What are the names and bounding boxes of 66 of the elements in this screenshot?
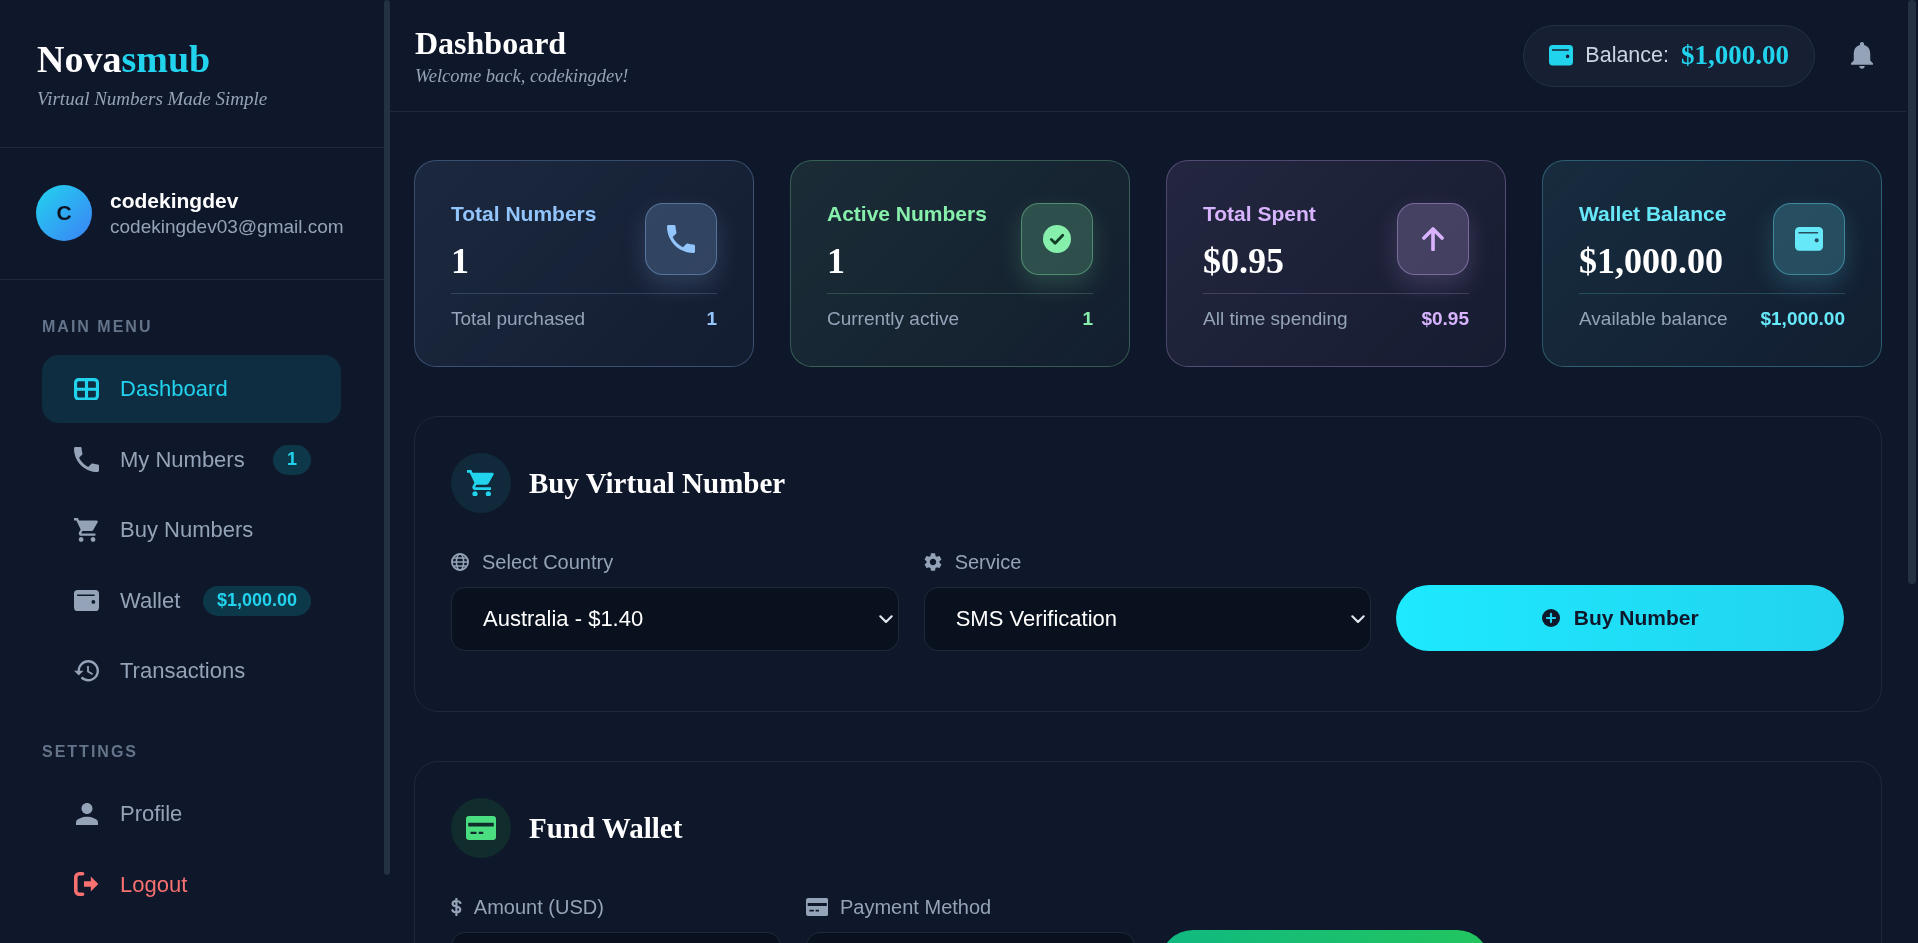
stat-caption-value: 1 [1082,307,1093,330]
cart-icon [74,518,99,542]
panel-title: Buy Virtual Number [529,465,786,501]
stat-caption: Currently active [827,307,959,330]
chevron-down-icon [878,615,893,623]
section-heading: SETTINGS [42,743,138,761]
nav-item[interactable]: My Numbers 1 [42,425,341,494]
section-heading: MAIN MENU [42,318,153,336]
balance-value: $1,000.00 [1681,40,1789,71]
field-label: Select Country [482,551,614,573]
history-icon [74,660,99,682]
dropdown-field[interactable]: SMS Verification [923,587,1372,651]
tagline: Virtual Numbers Made Simple [37,88,268,110]
nav-item[interactable]: Wallet $1,000.00 [42,566,341,635]
panel-title: Fund Wallet [529,810,683,846]
avatar: C [36,185,92,241]
chevron-down-icon [1351,615,1366,623]
user-icon [75,803,98,825]
page-title: Dashboard [415,24,567,62]
stat-title: Total Spent [1203,201,1316,226]
nav-item[interactable]: Logout [42,850,341,919]
menu-badge: 1 [273,444,311,475]
menu-badge: $1,000.00 [202,585,311,616]
stat-caption: Available balance [1579,307,1728,330]
nav-item[interactable]: Buy Numbers [42,496,341,564]
scrollbar-thumb[interactable] [384,0,390,875]
stat-caption: All time spending [1203,307,1348,330]
globe-icon [451,553,469,571]
user-email: codekingdev03@gmail.com [110,215,344,238]
stat-caption-value: 1 [706,307,717,330]
stat-caption: Total purchased [451,307,586,330]
wallet-icon [1773,203,1845,275]
buy-number-button[interactable]: Buy Number [1396,585,1844,651]
stat-title: Wallet Balance [1579,201,1727,226]
stat-value: 1 [451,240,469,283]
credit-card-icon [805,898,828,916]
field-label: Amount (USD) [473,896,604,918]
stat-title: Active Numbers [827,201,987,226]
scrollbar-thumb[interactable] [1908,0,1916,584]
bell-icon[interactable] [1851,42,1873,69]
stat-value: 1 [827,240,845,283]
stat-value: $1,000.00 [1579,240,1723,283]
wallet-icon [74,589,99,612]
phone-icon [645,203,717,275]
arrow-up-icon [1397,203,1469,275]
nav-item[interactable]: Dashboard [42,355,341,423]
stat-caption-value: $1,000.00 [1760,307,1845,330]
logo: Novasmub [37,37,211,82]
nav-item[interactable]: Profile [42,780,341,848]
balance-label: Balance: [1585,43,1669,68]
field-label: Service [954,551,1022,573]
plus-circle-icon [1541,609,1560,627]
field-label: Payment Method [840,896,992,918]
wallet-icon [1549,45,1574,66]
phone-icon [74,447,99,472]
grid-icon [74,377,99,401]
gear-icon [923,553,942,571]
dollar-icon [451,898,462,916]
dropdown-field[interactable]: Australia - $1.40 [451,587,899,651]
stat-title: Total Numbers [451,201,597,226]
stat-caption-value: $0.95 [1421,307,1469,330]
user-name: codekingdev [110,188,239,213]
stat-value: $0.95 [1203,240,1284,283]
logout-icon [74,872,99,897]
nav-item[interactable]: Transactions [42,637,341,705]
page-subtitle: Welcome back, codekingdev! [415,65,629,87]
